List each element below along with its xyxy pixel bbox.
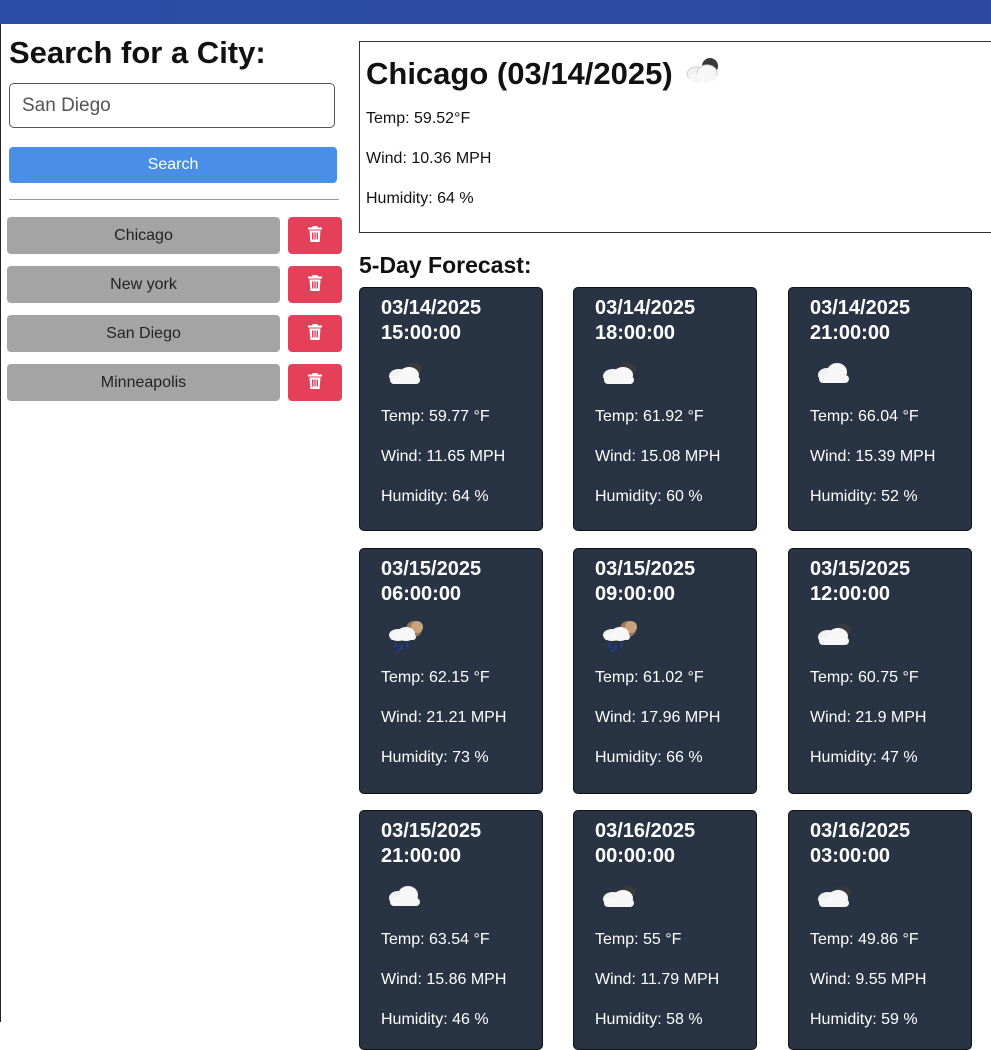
current-humidity: Humidity: 64 %: [366, 190, 474, 207]
current-temp: Temp: 59.52°F: [366, 110, 471, 127]
forecast-wind: Wind: 17.96 MPH: [595, 709, 721, 726]
rain-night-icon: [598, 619, 642, 658]
top-header-bar: [0, 0, 991, 24]
rain-night-icon: [384, 619, 428, 658]
forecast-humidity: Humidity: 60 %: [595, 488, 703, 505]
history-item: New york: [7, 266, 342, 303]
forecast-humidity: Humidity: 66 %: [595, 749, 703, 766]
delete-button[interactable]: [288, 266, 342, 303]
cloud-icon: [384, 881, 428, 916]
forecast-temp: Temp: 61.92 °F: [595, 408, 704, 425]
divider: [9, 199, 339, 200]
forecast-datetime: 03/15/2025 06:00:00: [381, 558, 482, 605]
forecast-datetime: 03/14/2025 15:00:00: [381, 297, 482, 344]
forecast-datetime: 03/16/2025 00:00:00: [595, 820, 696, 867]
search-button[interactable]: Search: [9, 147, 337, 183]
few-clouds-icon: [384, 358, 428, 393]
few-clouds-icon: [598, 881, 642, 916]
forecast-temp: Temp: 60.75 °F: [810, 669, 919, 686]
forecast-card: 03/14/2025 18:00:00 Temp: 61.92 °F Wind: …: [573, 287, 757, 531]
forecast-humidity: Humidity: 47 %: [810, 749, 918, 766]
forecast-humidity: Humidity: 58 %: [595, 1011, 703, 1028]
forecast-humidity: Humidity: 73 %: [381, 749, 489, 766]
current-wind: Wind: 10.36 MPH: [366, 150, 492, 167]
forecast-temp: Temp: 61.02 °F: [595, 669, 704, 686]
delete-button[interactable]: [288, 315, 342, 352]
forecast-humidity: Humidity: 64 %: [381, 488, 489, 505]
history-item: Minneapolis: [7, 364, 342, 401]
current-city-date: Chicago (03/14/2025): [366, 56, 673, 91]
forecast-temp: Temp: 49.86 °F: [810, 931, 919, 948]
forecast-temp: Temp: 63.54 °F: [381, 931, 490, 948]
forecast-datetime: 03/15/2025 21:00:00: [381, 820, 482, 867]
forecast-wind: Wind: 11.65 MPH: [381, 448, 506, 465]
history-city-button[interactable]: San Diego: [7, 315, 280, 352]
forecast-card: 03/15/2025 09:00:00 Temp: 61.02 °F Wind: …: [573, 548, 757, 794]
trash-icon: [308, 324, 322, 343]
forecast-wind: Wind: 15.39 MPH: [810, 448, 936, 465]
few-clouds-icon: [813, 619, 857, 654]
forecast-card: 03/15/2025 12:00:00 Temp: 60.75 °F Wind: …: [788, 548, 972, 794]
forecast-card: 03/16/2025 03:00:00 Temp: 49.86 °F Wind: …: [788, 810, 972, 1050]
forecast-datetime: 03/15/2025 12:00:00: [810, 558, 911, 605]
history-city-button[interactable]: Minneapolis: [7, 364, 280, 401]
forecast-wind: Wind: 11.79 MPH: [595, 971, 720, 988]
forecast-datetime: 03/16/2025 03:00:00: [810, 820, 911, 867]
delete-button[interactable]: [288, 217, 342, 254]
forecast-wind: Wind: 9.55 MPH: [810, 971, 927, 988]
forecast-wind: Wind: 15.08 MPH: [595, 448, 721, 465]
forecast-card: 03/14/2025 15:00:00 Temp: 59.77 °F Wind: …: [359, 287, 543, 531]
forecast-wind: Wind: 21.9 MPH: [810, 709, 927, 726]
history-city-button[interactable]: Chicago: [7, 217, 280, 254]
forecast-temp: Temp: 59.77 °F: [381, 408, 490, 425]
forecast-title: 5-Day Forecast:: [359, 252, 532, 278]
page-border: [0, 24, 1, 1022]
forecast-card: 03/14/2025 21:00:00 Temp: 66.04 °F Wind: …: [788, 287, 972, 531]
forecast-wind: Wind: 15.86 MPH: [381, 971, 507, 988]
few-clouds-icon: [681, 54, 725, 94]
delete-button[interactable]: [288, 364, 342, 401]
forecast-temp: Temp: 62.15 °F: [381, 669, 490, 686]
history-item: San Diego: [7, 315, 342, 352]
forecast-humidity: Humidity: 52 %: [810, 488, 918, 505]
forecast-datetime: 03/14/2025 18:00:00: [595, 297, 696, 344]
trash-icon: [308, 226, 322, 245]
search-title: Search for a City:: [9, 35, 266, 70]
search-history-list: Chicago New york San Diego Minneapolis: [7, 217, 342, 413]
current-weather-title: Chicago (03/14/2025): [366, 54, 725, 94]
history-item: Chicago: [7, 217, 342, 254]
forecast-card: 03/15/2025 06:00:00 Temp: 62.15 °F Wind: …: [359, 548, 543, 794]
few-clouds-icon: [598, 358, 642, 393]
forecast-temp: Temp: 55 °F: [595, 931, 682, 948]
forecast-temp: Temp: 66.04 °F: [810, 408, 919, 425]
forecast-datetime: 03/14/2025 21:00:00: [810, 297, 911, 344]
history-city-button[interactable]: New york: [7, 266, 280, 303]
trash-icon: [308, 275, 322, 294]
few-clouds-icon: [813, 881, 857, 916]
forecast-wind: Wind: 21.21 MPH: [381, 709, 507, 726]
current-weather-panel: Chicago (03/14/2025) Temp: 59.52°F Wind:…: [359, 41, 991, 233]
forecast-humidity: Humidity: 59 %: [810, 1011, 918, 1028]
forecast-card: 03/15/2025 21:00:00 Temp: 63.54 °F Wind: …: [359, 810, 543, 1050]
forecast-datetime: 03/15/2025 09:00:00: [595, 558, 696, 605]
forecast-humidity: Humidity: 46 %: [381, 1011, 489, 1028]
city-search-input[interactable]: [9, 83, 335, 128]
cloud-icon: [813, 358, 857, 393]
forecast-card: 03/16/2025 00:00:00 Temp: 55 °F Wind: 11.…: [573, 810, 757, 1050]
trash-icon: [308, 373, 322, 392]
